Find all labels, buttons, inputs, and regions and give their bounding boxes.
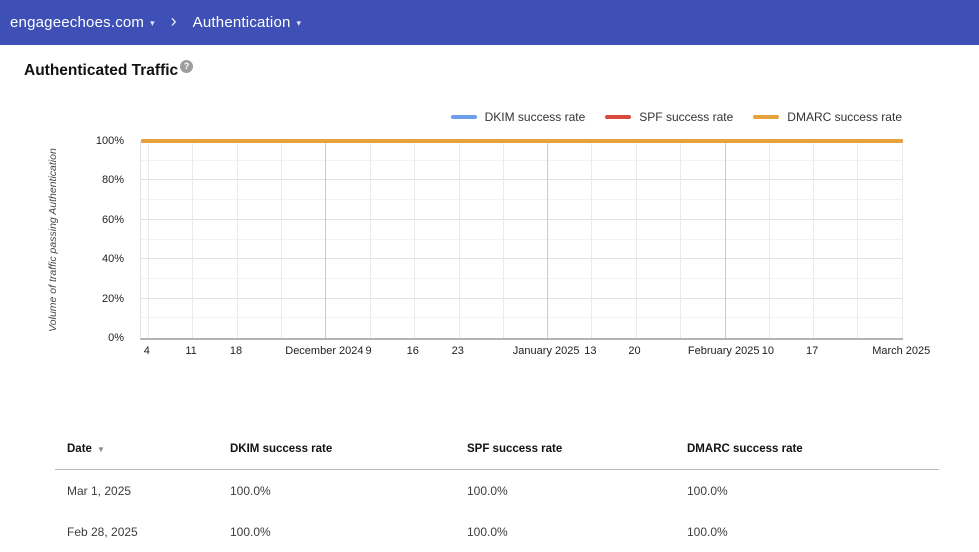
legend-line-swatch-icon [605,115,631,119]
column-header-label: DMARC success rate [687,443,803,455]
x-axis-tick-label: 23 [452,345,464,357]
legend-item-spf-success-rate: SPF success rate [605,110,733,124]
column-header-label: SPF success rate [467,443,562,455]
help-icon[interactable]: ? [180,60,193,73]
x-axis-tick-label: 11 [185,345,196,357]
vertical-gridline [414,141,415,338]
horizontal-gridline [141,298,903,299]
chart-legend: DKIM success rate SPF success rate DMARC s… [140,110,902,124]
vertical-gridline [857,141,858,338]
y-axis-tick-label: 20% [102,293,124,305]
vertical-gridline [902,141,903,338]
sort-descending-icon: ▼ [97,444,105,454]
vertical-gridline [281,141,282,338]
section-selector[interactable]: Authentication ▾ [193,14,301,31]
vertical-gridline [591,141,592,338]
x-axis-tick-label: March 2025 [872,345,930,357]
horizontal-gridline [141,179,903,180]
section-label: Authentication [193,14,291,31]
x-axis-tick-label: December 2024 [285,345,363,357]
chevron-down-icon: ▾ [297,16,302,29]
x-axis-tick-label: 10 [762,345,774,357]
column-header-spf-success-rate: SPF success rate [467,443,687,455]
date-cell: Mar 1, 2025 [55,484,230,498]
data-table: Date ▼ DKIM success rate SPF success rate DM… [55,437,939,552]
domain-label: engageechoes.com [10,14,144,31]
x-axis-tick-label: February 2025 [688,345,760,357]
x-axis-tick-label: 4 [144,345,150,357]
date-cell: Feb 28, 2025 [55,525,230,539]
legend-item-dkim-success-rate: DKIM success rate [451,110,586,124]
column-header-label: DKIM success rate [230,443,332,455]
legend-line-swatch-icon [451,115,477,119]
vertical-gridline [725,141,726,338]
x-axis-tick-label: 9 [366,345,372,357]
legend-line-swatch-icon [753,115,779,119]
vertical-gridline [680,141,681,338]
x-axis-tick-label: 18 [230,345,242,357]
value-cell: 100.0% [230,484,467,498]
horizontal-gridline [141,160,903,161]
legend-item-dmarc-success-rate: DMARC success rate [753,110,902,124]
value-cell: 100.0% [687,484,939,498]
y-axis-tick-label: 40% [102,253,124,265]
domain-selector[interactable]: engageechoes.com ▾ [10,14,155,31]
x-axis-tick-label: 17 [806,345,818,357]
table-row: Mar 1, 2025100.0%100.0%100.0% [55,470,939,511]
value-cell: 100.0% [230,525,467,539]
y-axis-tick-label: 100% [96,135,124,147]
y-axis-title-wrap: Volume of traffic passing Authentication [44,141,62,338]
y-axis-title: Volume of traffic passing Authentication [47,148,59,332]
x-axis-tick-label: January 2025 [513,345,580,357]
plot-area [140,141,903,340]
column-header-label: Date [67,443,92,455]
horizontal-gridline [141,258,903,259]
horizontal-gridline [141,317,903,318]
vertical-gridline [813,141,814,338]
vertical-gridline [769,141,770,338]
value-cell: 100.0% [687,525,939,539]
vertical-gridline [547,141,548,338]
vertical-gridline [459,141,460,338]
horizontal-gridline [141,239,903,240]
y-axis-tick-label: 60% [102,214,124,226]
vertical-gridline [325,141,326,338]
top-navigation-bar: engageechoes.com ▾ › Authentication ▾ [0,0,979,45]
y-axis-tick-label: 80% [102,174,124,186]
legend-label: DMARC success rate [787,110,902,124]
horizontal-gridline [141,219,903,220]
table-header-row: Date ▼ DKIM success rate SPF success rate DM… [55,437,939,470]
y-axis-tick-label: 0% [108,332,124,344]
column-header-dkim-success-rate: DKIM success rate [230,443,467,455]
x-axis-tick-label: 20 [628,345,640,357]
horizontal-gridline [141,199,903,200]
page-title: Authenticated Traffic [24,62,178,80]
legend-label: SPF success rate [639,110,733,124]
value-cell: 100.0% [467,525,687,539]
vertical-gridline [237,141,238,338]
value-cell: 100.0% [467,484,687,498]
column-header-dmarc-success-rate: DMARC success rate [687,443,939,455]
x-axis-labels: 4 11 18 December 20249 16 23 January 2025 13 20 F… [140,345,902,359]
table-body: Mar 1, 2025100.0%100.0%100.0%Feb 28, 202… [55,470,939,552]
page-title-row: Authenticated Traffic ? [24,62,193,80]
legend-label: DKIM success rate [485,110,586,124]
x-axis-tick-label: 16 [407,345,419,357]
y-axis-labels: 0%20%40%60%80%100% [86,141,130,338]
chevron-down-icon: ▾ [150,16,155,29]
column-header-date[interactable]: Date ▼ [55,443,230,455]
vertical-gridline [636,141,637,338]
series-line-dmarc-success-rate [141,139,903,143]
vertical-gridline [148,141,149,338]
x-axis-tick-label: 13 [584,345,596,357]
vertical-gridline [370,141,371,338]
table-row: Feb 28, 2025100.0%100.0%100.0% [55,511,939,552]
vertical-gridline [503,141,504,338]
horizontal-gridline [141,278,903,279]
vertical-gridline [192,141,193,338]
breadcrumb-separator-icon: › [171,12,177,33]
